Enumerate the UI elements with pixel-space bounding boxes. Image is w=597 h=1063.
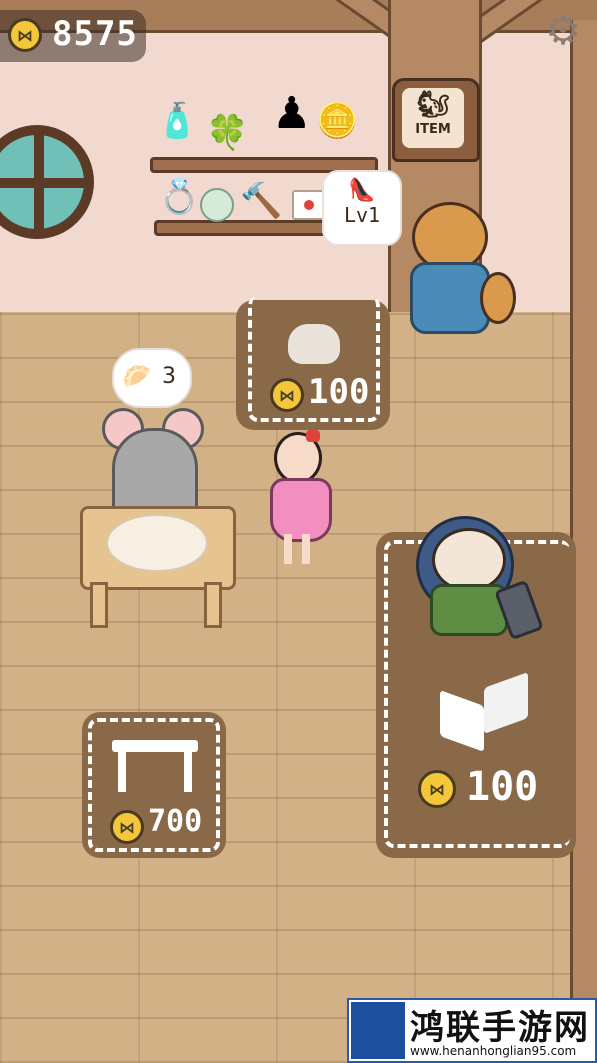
sign-label: ITEM <box>415 122 451 137</box>
table-icon <box>112 740 198 752</box>
girl-leg-right <box>302 534 310 564</box>
chess-pawn-icon[interactable]: ♟ <box>272 92 311 136</box>
watermark-title: 鸿联手游网 <box>410 1008 590 1048</box>
table-price: 700 <box>148 804 203 839</box>
mouse-customer[interactable] <box>102 408 206 518</box>
watermark-url: www.henanhonglian95.com <box>410 1044 577 1058</box>
shopkeeper-speech-bubble[interactable]: 👠 Lv1 <box>322 170 402 246</box>
pearl-icon[interactable] <box>200 188 234 222</box>
shopkeeper-level: Lv1 <box>343 203 381 227</box>
player-girl[interactable] <box>244 430 340 570</box>
window-frame-horizontal <box>0 178 84 188</box>
card-icon[interactable] <box>292 190 326 220</box>
ring-icon[interactable]: 💍 <box>158 180 200 214</box>
sign-icon: 🐿 <box>416 90 450 120</box>
clover-icon[interactable]: 🍀 <box>206 116 248 150</box>
watermark-logo <box>351 1002 405 1059</box>
red-shoe-icon: 👠 <box>348 178 376 203</box>
hammer-icon[interactable]: 🔨 <box>240 184 282 218</box>
coin-icon: ⋈ <box>418 770 456 808</box>
table-icon-leg-left <box>118 752 126 792</box>
bun-price: 100 <box>308 372 370 412</box>
girl-dress <box>270 478 332 542</box>
table-leg-left <box>90 582 108 628</box>
table-leg-right <box>204 582 222 628</box>
shopkeeper-shiba[interactable] <box>404 202 516 338</box>
shiba-tail <box>480 272 516 324</box>
shiba-overalls <box>410 262 490 334</box>
flour-sack-icon <box>288 324 340 364</box>
girl-leg-left <box>284 534 292 564</box>
room-icon <box>440 671 528 753</box>
table-icon-leg-right <box>184 752 192 792</box>
coin-count: 8575 <box>52 14 138 54</box>
gear-icon[interactable]: ⚙ <box>540 8 586 54</box>
coin-icon: ⋈ <box>270 378 304 412</box>
customer-speech-bubble[interactable]: 🥟 3 <box>112 348 192 408</box>
customer-order-count: 3 <box>162 364 176 389</box>
item-shop-sign-face: 🐿 ITEM <box>402 88 464 148</box>
dough <box>106 514 208 572</box>
hedgehog-face <box>432 528 506 592</box>
coin-icon: ⋈ <box>8 18 42 52</box>
girl-bow <box>306 430 320 442</box>
dumpling-icon: 🥟 <box>122 362 152 390</box>
perfume-icon[interactable]: 🧴 <box>156 104 198 138</box>
lower-shelf <box>154 220 338 236</box>
room-price: 100 <box>466 764 539 810</box>
coin-icon: ⋈ <box>110 810 144 844</box>
mouse-body <box>112 428 198 518</box>
hedgehog-npc[interactable] <box>412 508 544 641</box>
gold-coin-icon[interactable]: 🪙 <box>316 104 358 138</box>
